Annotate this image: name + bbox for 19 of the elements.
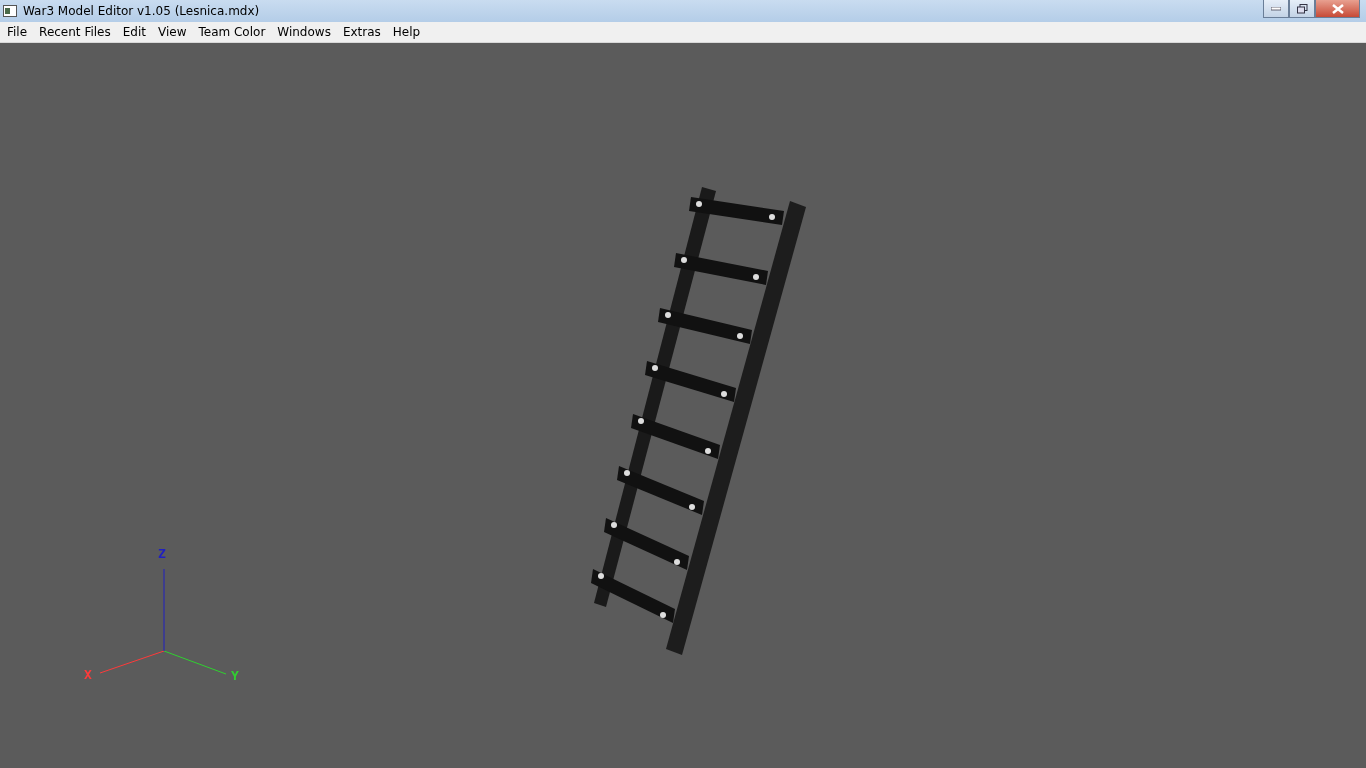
menu-item[interactable]: View [151, 22, 193, 42]
axis-label: Y [231, 668, 239, 683]
axis-label: Z [158, 546, 166, 561]
menu-item[interactable]: File [1, 22, 34, 42]
close-button[interactable] [1315, 0, 1360, 18]
minimize-button[interactable] [1263, 0, 1289, 18]
restore-button[interactable] [1289, 0, 1315, 18]
menu-item[interactable]: Edit [116, 22, 152, 42]
app-icon [3, 5, 17, 17]
minimize-icon [1271, 6, 1281, 11]
window-title: War3 Model Editor v1.05 (Lesnica.mdx) [23, 4, 261, 18]
menu-item[interactable]: Extras [336, 22, 387, 42]
close-icon [1331, 3, 1344, 14]
menu-item[interactable]: Recent Files [33, 22, 117, 42]
restore-icon [1296, 3, 1308, 14]
menu-item[interactable]: Team Color [192, 22, 272, 42]
menu-item[interactable]: Help [386, 22, 427, 42]
menu-item[interactable]: Windows [271, 22, 337, 42]
axis-label: X [84, 667, 92, 682]
